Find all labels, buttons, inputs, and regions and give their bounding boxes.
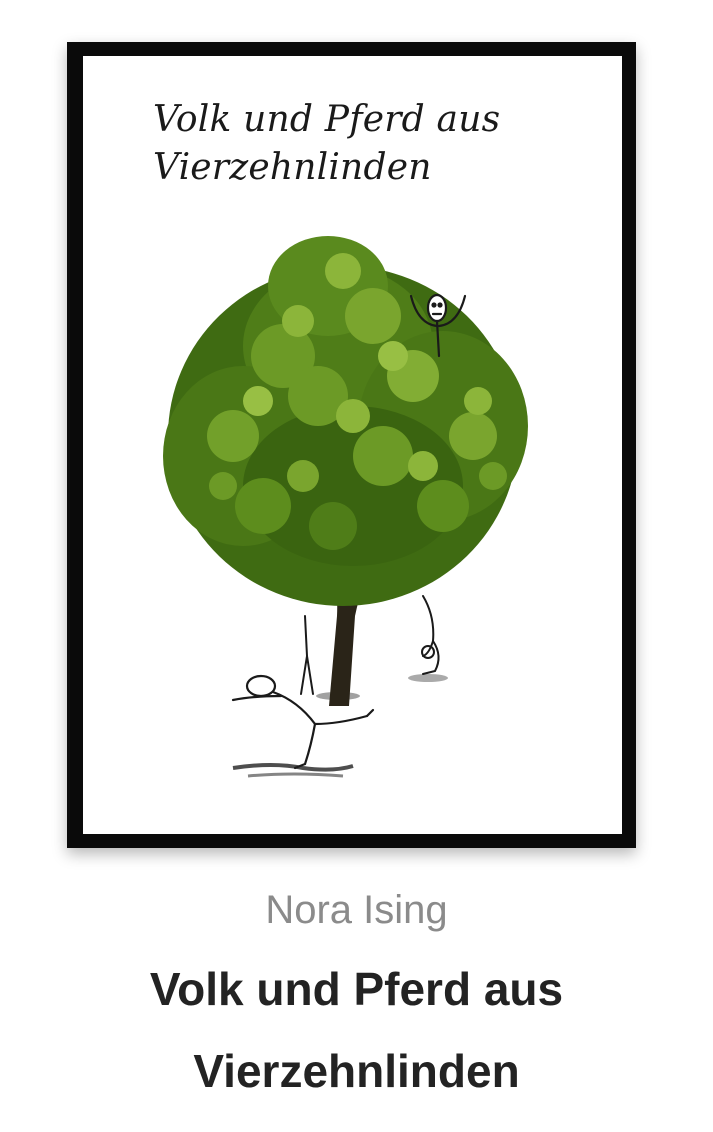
book-cover-page: Volk und Pferd aus Vierzehnlinden xyxy=(83,56,622,834)
tree-canopy xyxy=(163,236,528,606)
stick-figure-behind-tree xyxy=(421,595,440,675)
cover-title-text: Volk und Pferd aus Vierzehnlinden xyxy=(153,99,501,188)
author-name[interactable]: Nora Ising xyxy=(0,884,713,936)
book-title[interactable]: Volk und Pferd aus Vierzehnlinden xyxy=(40,948,673,1112)
book-card[interactable]: Volk und Pferd aus Vierzehnlinden Nora I… xyxy=(0,0,713,1132)
ground-shadow xyxy=(232,763,354,772)
ground-shadow xyxy=(247,772,344,778)
stick-figure-leaning xyxy=(300,615,314,695)
book-cover[interactable]: Volk und Pferd aus Vierzehnlinden xyxy=(67,42,636,848)
stick-figure-running xyxy=(231,674,375,770)
ground-shadow xyxy=(408,674,448,682)
